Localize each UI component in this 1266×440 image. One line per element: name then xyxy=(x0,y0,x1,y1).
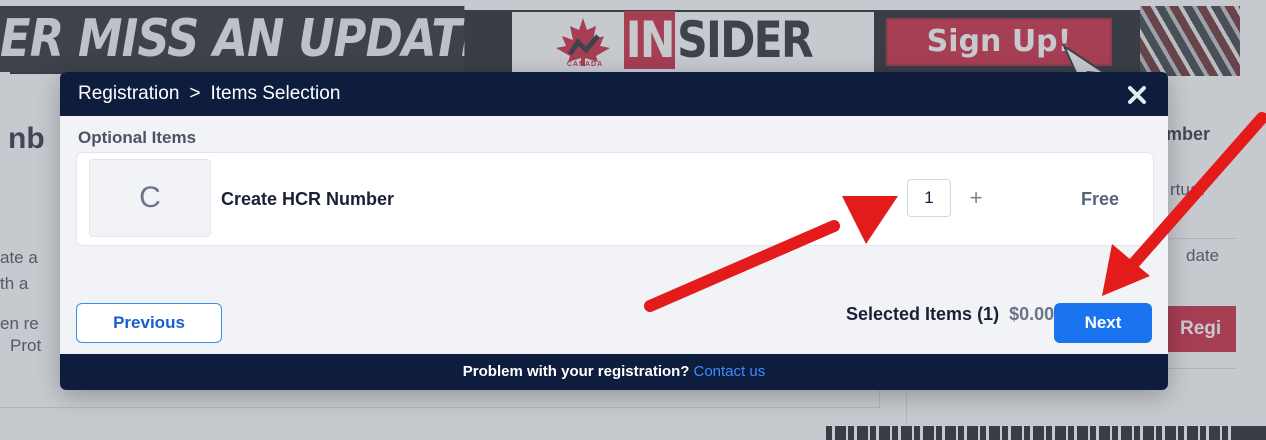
quantity-increment-button[interactable]: + xyxy=(963,179,989,217)
summary-total: $0.00 xyxy=(1009,304,1055,324)
next-button[interactable]: Next xyxy=(1054,303,1152,343)
contact-us-link[interactable]: Contact us xyxy=(689,363,765,380)
registration-modal: Registration > Items Selection Optional It… xyxy=(60,72,1168,390)
item-price: Free xyxy=(1081,189,1120,209)
summary-label: Selected Items (1) xyxy=(846,304,1000,324)
list-item: C Create HCR Number − + Free xyxy=(76,152,1154,246)
previous-button[interactable]: Previous xyxy=(76,303,222,343)
quantity-decrement-button[interactable]: − xyxy=(869,179,895,217)
item-name: Create HCR Number xyxy=(221,189,395,209)
close-icon[interactable] xyxy=(1126,84,1148,106)
quantity-input[interactable] xyxy=(907,179,951,217)
breadcrumb: Registration > Items Selection xyxy=(78,72,340,116)
item-thumbnail: C xyxy=(89,159,211,237)
selected-items-summary: Selected Items (1) $0.00 xyxy=(846,304,1054,325)
breadcrumb-separator: > xyxy=(189,83,201,104)
footer-text: Problem with your registration? xyxy=(462,363,690,380)
section-title: Optional Items xyxy=(78,128,197,147)
breadcrumb-items-selection: Items Selection xyxy=(210,83,341,104)
modal-footer: Problem with your registration? Contact u… xyxy=(60,354,1168,390)
breadcrumb-registration: Registration xyxy=(78,83,180,104)
modal-body: Optional Items C Create HCR Number − + F… xyxy=(60,116,1168,354)
modal-header: Registration > Items Selection xyxy=(60,72,1168,116)
